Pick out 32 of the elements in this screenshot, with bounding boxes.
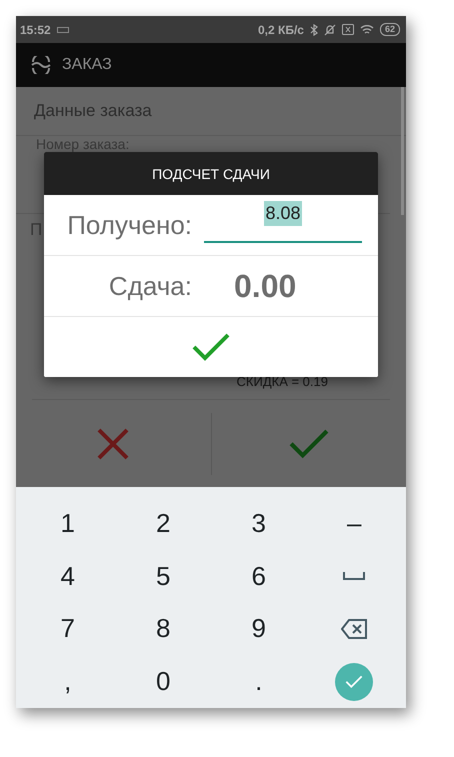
keyboard-key[interactable]: 4 — [20, 550, 116, 602]
dialog-title: ПОДСЧЕТ СДАЧИ — [44, 152, 378, 195]
keyboard-key[interactable]: , — [20, 655, 116, 708]
bluetooth-icon — [310, 24, 318, 36]
keyboard-key[interactable]: 8 — [116, 602, 211, 656]
battery-level: 62 — [380, 23, 400, 36]
close-icon — [97, 428, 130, 460]
keyboard-key[interactable]: 1 — [20, 497, 116, 550]
keyboard-key[interactable]: 0 — [116, 655, 211, 708]
keyboard-key[interactable]: 2 — [116, 497, 211, 550]
status-time: 15:52 — [20, 22, 51, 36]
check-icon — [288, 428, 330, 460]
check-icon — [345, 674, 364, 688]
keyboard-key[interactable]: 5 — [116, 550, 211, 602]
sim-off-icon — [342, 24, 354, 35]
alarm-off-icon — [324, 24, 336, 36]
received-input[interactable]: 8.08 — [204, 201, 362, 243]
check-icon — [191, 332, 231, 362]
space-icon — [343, 572, 366, 580]
keyboard-key[interactable]: 9 — [211, 602, 306, 656]
keyboard-key[interactable]: 7 — [20, 602, 116, 656]
wifi-icon — [360, 24, 374, 35]
network-speed: 0,2 КБ/с — [258, 22, 304, 36]
keyboard-key[interactable]: – — [306, 497, 402, 550]
keyboard-key[interactable]: . — [211, 655, 306, 708]
keyboard-key[interactable]: 6 — [211, 550, 306, 602]
change-label: Сдача: — [108, 270, 192, 302]
keyboard-key[interactable]: 3 — [211, 497, 306, 550]
change-amount: 0.00 — [234, 268, 296, 304]
backspace-icon — [341, 618, 368, 639]
enter-key[interactable] — [335, 662, 374, 701]
app-title: ЗАКАЗ — [62, 56, 112, 74]
